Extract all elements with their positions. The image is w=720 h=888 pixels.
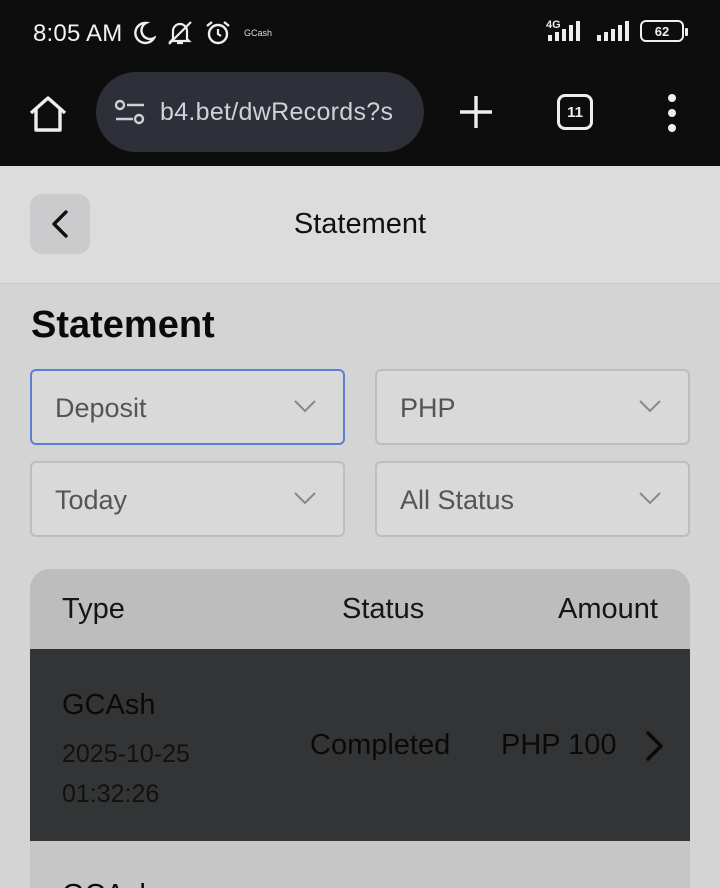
status-bar: 8:05 AM GCash 4G 62 [0, 0, 720, 68]
statement-content: Statement Deposit PHP Today All Status T… [0, 284, 720, 888]
browser-toolbar: b4.bet/dwRecords?s 11 [0, 68, 720, 166]
more-vert-icon[interactable] [662, 94, 682, 132]
signal-icon [597, 21, 629, 41]
tabs-icon[interactable]: 11 [557, 94, 593, 130]
row-time: 01:32:26 [62, 780, 160, 808]
table-row[interactable]: GCAsh 2025-10-25 01:32:26 Completed PHP … [30, 649, 690, 841]
gcash-notification-label: GCash [244, 28, 273, 38]
row-type: GCAsh [62, 689, 156, 721]
records-table: Type Status Amount GCAsh 2025-10-25 01:3… [30, 569, 690, 888]
bell-off-icon [168, 21, 192, 45]
plus-icon[interactable] [456, 92, 496, 132]
screen: 8:05 AM GCash 4G 62 b4.bet/dwRecords?s 1… [0, 0, 720, 888]
type-select[interactable]: Deposit [30, 369, 345, 445]
alarm-icon [206, 21, 230, 45]
section-title: Statement [31, 304, 215, 346]
row-date: 2025-10-25 [62, 740, 190, 768]
chevron-down-icon [294, 492, 316, 505]
battery-level: 62 [654, 23, 670, 39]
chevron-down-icon [294, 400, 316, 413]
row-status: Completed [310, 729, 451, 761]
column-header-type: Type [62, 593, 125, 625]
type-select-value: Deposit [55, 393, 147, 423]
date-range-select-value: Today [55, 485, 128, 515]
table-header: Type Status Amount [30, 569, 690, 649]
chevron-right-icon[interactable] [642, 729, 666, 763]
table-row[interactable]: GCAsh [30, 841, 690, 888]
status-select[interactable]: All Status [375, 461, 690, 537]
currency-select[interactable]: PHP [375, 369, 690, 445]
row-datetime: 2025-10-25 01:32:26 [62, 734, 190, 814]
signal-icon [548, 21, 580, 41]
tab-count: 11 [567, 103, 583, 121]
row-amount: PHP 100 [501, 729, 617, 761]
moon-icon [134, 21, 156, 45]
url-text[interactable]: b4.bet/dwRecords?s [160, 98, 393, 127]
url-bar[interactable]: b4.bet/dwRecords?s [96, 72, 424, 152]
currency-select-value: PHP [400, 393, 456, 423]
date-range-select[interactable]: Today [30, 461, 345, 537]
row-type: GCAsh [62, 879, 155, 888]
page-header: Statement [0, 166, 720, 284]
site-settings-icon[interactable] [114, 98, 146, 126]
header-title: Statement [293, 208, 427, 240]
status-time: 8:05 AM [33, 20, 123, 47]
status-icons-left: GCash [132, 19, 272, 47]
chevron-down-icon [639, 492, 661, 505]
status-icons-right: 62 [546, 20, 688, 42]
column-header-amount: Amount [558, 593, 658, 625]
home-icon[interactable] [26, 92, 70, 136]
battery-icon: 62 [640, 20, 688, 42]
status-select-value: All Status [400, 485, 515, 515]
chevron-down-icon [639, 400, 661, 413]
column-header-status: Status [342, 593, 425, 625]
